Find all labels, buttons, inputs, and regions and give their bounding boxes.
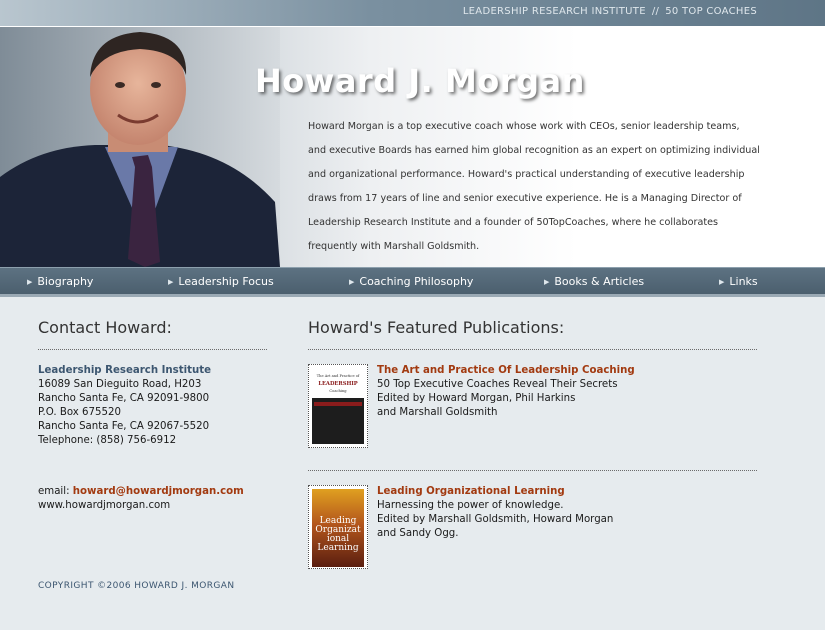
publication-line: Edited by Marshall Goldsmith, Howard Mor…	[377, 514, 614, 525]
publication-details: Leading Organizational Learning Harnessi…	[377, 485, 757, 541]
top-links: LEADERSHIP RESEARCH INSTITUTE // 50 TOP CO…	[463, 6, 757, 17]
email-label: email:	[38, 486, 73, 497]
publication-title-link[interactable]: The Art and Practice Of Leadership Coach…	[377, 364, 757, 378]
bio-line: and executive Boards has earned him glob…	[308, 145, 760, 156]
contact-address: Leadership Research Institute 16089 San …	[38, 364, 278, 448]
publication-item: Leading Organizat ional Learning Leading…	[308, 485, 758, 571]
main-nav: ▶ Biography ▶ Leadership Focus ▶ Coaching P…	[0, 267, 825, 297]
cover-text: Learning	[317, 543, 358, 553]
email-block: email: howard@howardjmorgan.com www.howa…	[38, 485, 298, 513]
page-title: Howard J. Morgan	[255, 62, 585, 100]
publication-line: Harnessing the power of knowledge.	[377, 500, 564, 511]
publication-line: and Sandy Ogg.	[377, 528, 459, 539]
top-bar: LEADERSHIP RESEARCH INSTITUTE // 50 TOP CO…	[0, 0, 825, 27]
contact-heading: Contact Howard:	[38, 318, 172, 337]
publication-line: Edited by Howard Morgan, Phil Harkins	[377, 393, 576, 404]
nav-label: Coaching Philosophy	[359, 275, 474, 288]
bio-line: Howard Morgan is a top executive coach w…	[308, 121, 740, 132]
arrow-right-icon: ▶	[544, 277, 550, 286]
publications-divider	[308, 470, 757, 471]
cover-text: The Art and Practice of	[317, 374, 360, 378]
book-cover[interactable]: The Art and Practice of LEADERSHIP Coach…	[308, 364, 368, 448]
publications-divider	[308, 349, 757, 350]
nav-label: Biography	[37, 275, 94, 288]
nav-coaching-philosophy[interactable]: ▶ Coaching Philosophy	[349, 275, 473, 288]
telephone: Telephone: (858) 756-6912	[38, 435, 177, 446]
nav-label: Leadership Focus	[178, 275, 274, 288]
bio-line: Leadership Research Institute and a foun…	[308, 217, 718, 228]
email-link[interactable]: howard@howardjmorgan.com	[73, 486, 244, 497]
bio-line: draws from 17 years of line and senior e…	[308, 193, 742, 204]
address-line: 16089 San Dieguito Road, H203	[38, 379, 202, 390]
contact-divider	[38, 349, 267, 350]
contact-org: Leadership Research Institute	[38, 365, 211, 376]
book-cover[interactable]: Leading Organizat ional Learning	[308, 485, 368, 569]
nav-links[interactable]: ▶ Links	[719, 275, 758, 288]
publication-item: The Art and Practice of LEADERSHIP Coach…	[308, 364, 758, 448]
address-line: P.O. Box 675520	[38, 407, 121, 418]
nav-leadership-focus[interactable]: ▶ Leadership Focus	[168, 275, 274, 288]
address-line: Rancho Santa Fe, CA 92067-5520	[38, 421, 210, 432]
publications-heading: Howard's Featured Publications:	[308, 318, 565, 337]
arrow-right-icon: ▶	[168, 277, 174, 286]
portrait-photo	[0, 27, 280, 267]
book-cover-art: The Art and Practice of LEADERSHIP Coach…	[312, 368, 364, 444]
address-line: Rancho Santa Fe, CA 92091-9800	[38, 393, 210, 404]
nav-label: Links	[729, 275, 758, 288]
cover-text: Coaching	[329, 389, 347, 393]
publication-details: The Art and Practice Of Leadership Coach…	[377, 364, 757, 420]
publication-title-link[interactable]: Leading Organizational Learning	[377, 485, 757, 499]
leadership-research-institute-link[interactable]: LEADERSHIP RESEARCH INSTITUTE	[463, 6, 646, 17]
cover-text: LEADERSHIP	[318, 381, 357, 387]
publication-line: and Marshall Goldsmith	[377, 407, 498, 418]
bio-text: Howard Morgan is a top executive coach w…	[308, 115, 778, 259]
top-link-separator: //	[651, 6, 660, 17]
arrow-right-icon: ▶	[349, 277, 355, 286]
copyright: COPYRIGHT ©2006 HOWARD J. MORGAN	[38, 581, 235, 591]
bio-line: and organizational performance. Howard's…	[308, 169, 745, 180]
nav-label: Books & Articles	[554, 275, 645, 288]
publication-line: 50 Top Executive Coaches Reveal Their Se…	[377, 379, 618, 390]
bio-line: frequently with Marshall Goldsmith.	[308, 241, 480, 252]
arrow-right-icon: ▶	[27, 277, 33, 286]
nav-biography[interactable]: ▶ Biography	[27, 275, 93, 288]
book-cover-art: Leading Organizat ional Learning	[312, 489, 364, 567]
website-link[interactable]: www.howardjmorgan.com	[38, 499, 298, 513]
50-top-coaches-link[interactable]: 50 TOP COACHES	[665, 6, 757, 17]
nav-books-articles[interactable]: ▶ Books & Articles	[544, 275, 644, 288]
header-banner: Howard J. Morgan Howard Morgan is a top …	[0, 27, 825, 267]
arrow-right-icon: ▶	[719, 277, 725, 286]
